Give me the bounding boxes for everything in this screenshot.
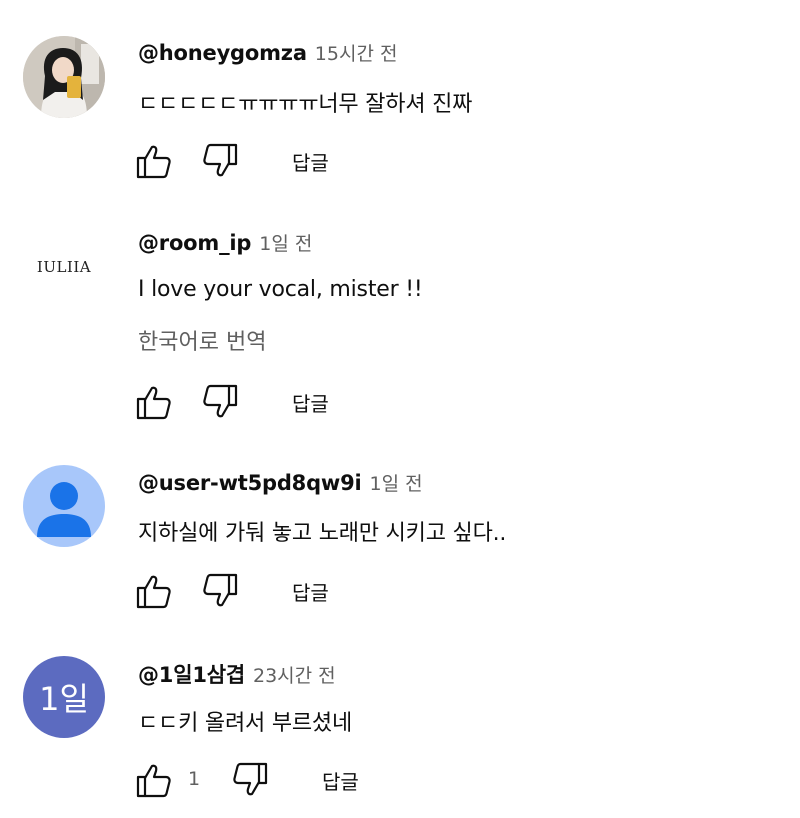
like-button[interactable] [132, 382, 174, 422]
avatar[interactable]: 1일 [23, 656, 105, 738]
comment-text: ㄷㄷ키 올려서 부르셨네 [138, 711, 352, 736]
avatar[interactable] [23, 36, 105, 118]
thumb-up-icon [136, 764, 171, 798]
comment-author[interactable]: @1일1삼겹 [138, 659, 245, 689]
comment-header: @room_ip 1일 전 [138, 229, 312, 259]
like-button[interactable] [132, 760, 174, 800]
thumb-down-icon [203, 573, 238, 607]
like-count: 1 [188, 768, 201, 790]
comment-text: ㄷㄷㄷㄷㄷㅠㅠㅠㅠ너무 잘하셔 진짜 [138, 92, 473, 117]
comment-header: @1일1삼겹 23시간 전 [138, 659, 336, 689]
like-button[interactable] [132, 571, 174, 611]
comment-actions: 1 답글 [132, 760, 532, 800]
reply-button[interactable]: 답글 [322, 766, 359, 795]
thumb-up-icon [136, 145, 171, 179]
comment-header: @user-wt5pd8qw9i 1일 전 [138, 469, 423, 499]
reply-button[interactable]: 답글 [292, 577, 329, 606]
comment-text: I love your vocal, mister !! [138, 277, 423, 302]
comment-text: 지하실에 가둬 놓고 노래만 시키고 싶다.. [138, 521, 507, 546]
dislike-button[interactable] [230, 760, 272, 800]
comment-author[interactable]: @user-wt5pd8qw9i [138, 471, 362, 495]
thumb-up-icon [136, 386, 171, 420]
thumb-down-icon [203, 143, 238, 177]
comment-time[interactable]: 15시간 전 [315, 39, 398, 66]
person-icon [37, 482, 91, 537]
avatar-logo-text: IULIIA [36, 258, 92, 276]
avatar[interactable] [23, 465, 105, 547]
comment-time[interactable]: 1일 전 [259, 229, 312, 256]
comment-time[interactable]: 1일 전 [370, 469, 423, 496]
thumb-down-icon [233, 762, 268, 796]
comment-author[interactable]: @room_ip [138, 231, 251, 255]
reply-button[interactable]: 답글 [292, 147, 329, 176]
avatar-initials: 1일 [39, 680, 89, 718]
avatar-photo [23, 36, 105, 118]
thumb-down-icon [203, 384, 238, 418]
comment-author[interactable]: @honeygomza [138, 41, 307, 65]
avatar[interactable]: IULIIA [23, 226, 105, 308]
comment-actions: 답글 [132, 382, 532, 422]
like-button[interactable] [132, 141, 174, 181]
comment-time[interactable]: 23시간 전 [253, 661, 336, 688]
reply-button[interactable]: 답글 [292, 388, 329, 417]
dislike-button[interactable] [200, 382, 242, 422]
comment-header: @honeygomza 15시간 전 [138, 39, 397, 69]
thumb-up-icon [136, 575, 171, 609]
comment-actions: 답글 [132, 141, 532, 181]
dislike-button[interactable] [200, 141, 242, 181]
comment-actions: 답글 [132, 571, 532, 611]
translate-link[interactable]: 한국어로 번역 [138, 324, 266, 356]
dislike-button[interactable] [200, 571, 242, 611]
